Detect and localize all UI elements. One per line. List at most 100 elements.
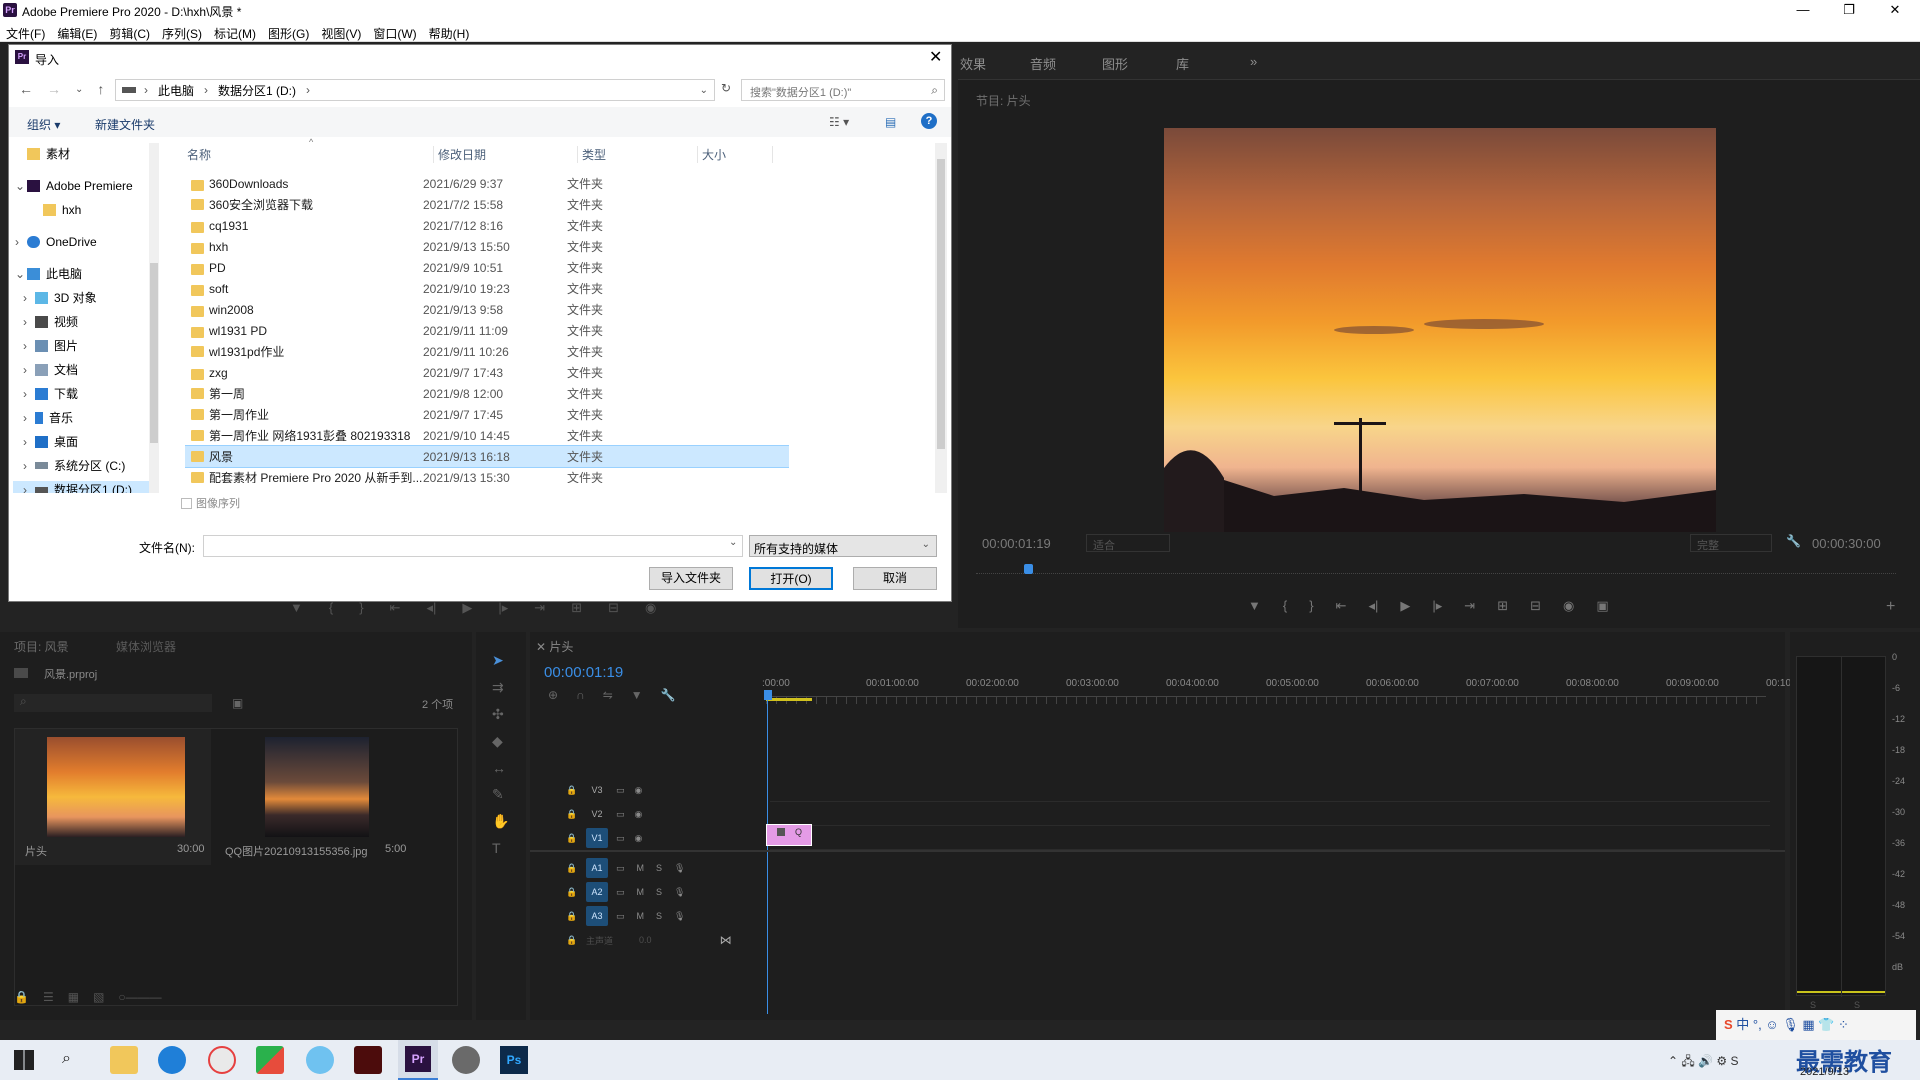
menu-graphics[interactable]: 图形(G) (268, 22, 317, 41)
menu-help[interactable]: 帮助(H) (429, 22, 478, 41)
address-bar[interactable]: › 此电脑 › 数据分区1 (D:) › ⌄ (115, 79, 715, 101)
track-a1-label[interactable]: A1 (586, 858, 608, 878)
file-row[interactable]: wl1931 PD 2021/9/11 11:09 文件夹 (185, 320, 789, 341)
tab-project[interactable]: 项目: 风景 (14, 638, 69, 655)
lock-icon[interactable]: 🔒 (14, 990, 29, 1004)
menu-file[interactable]: 文件(F) (6, 22, 53, 41)
hand-tool-icon[interactable]: ✋ (492, 813, 509, 830)
view-options-icon[interactable]: ☷ ▾ (829, 115, 849, 129)
track-v3[interactable]: 🔒 V3 ▭ ◉ (530, 778, 770, 802)
project-item-qq-image[interactable]: QQ图片20210913155356.jpg 5:00 (215, 729, 415, 865)
menu-edit[interactable]: 编辑(E) (57, 22, 105, 41)
mark-in-icon[interactable]: { (329, 600, 333, 616)
selection-tool-icon[interactable]: ➤ (492, 652, 509, 669)
solo-right-button[interactable]: S (1854, 1000, 1860, 1010)
nav-item-drive-c[interactable]: › 系统分区 (C:) (23, 457, 125, 474)
linked-selection-icon[interactable]: ⇋ (603, 688, 613, 702)
nav-item-hxh[interactable]: hxh (43, 201, 81, 218)
program-ruler[interactable] (976, 564, 1896, 574)
nav-item-sucai[interactable]: 素材 (27, 145, 70, 162)
file-row[interactable]: zxg 2021/9/7 17:43 文件夹 (185, 362, 789, 383)
ie-browser-icon[interactable] (306, 1046, 334, 1074)
menu-sequence[interactable]: 序列(S) (162, 22, 210, 41)
track-select-icon[interactable]: ⇉ (492, 679, 509, 696)
track-a3[interactable]: 🔒 A3 ▭ M S 🎙 (530, 904, 770, 928)
compare-icon[interactable]: ▣ (1596, 598, 1608, 614)
nav-item-documents[interactable]: › 文档 (23, 361, 78, 378)
mark-out-icon[interactable]: } (1309, 598, 1313, 614)
menu-window[interactable]: 窗口(W) (373, 22, 424, 41)
go-to-out-icon[interactable]: ⇥ (534, 600, 545, 616)
file-row[interactable]: 第一周作业 2021/9/7 17:45 文件夹 (185, 404, 789, 425)
file-row[interactable]: cq1931 2021/7/12 8:16 文件夹 (185, 215, 789, 236)
freeform-view-icon[interactable]: ▧ (93, 990, 104, 1004)
file-row[interactable]: wl1931pd作业 2021/9/11 10:26 文件夹 (185, 341, 789, 362)
premiere-taskbar-button[interactable]: Pr (398, 1040, 438, 1080)
column-type[interactable]: 类型 (577, 145, 697, 163)
slip-tool-icon[interactable]: ↔ (492, 760, 509, 776)
menu-clip[interactable]: 剪辑(C) (109, 22, 158, 41)
track-a2-label[interactable]: A2 (586, 882, 608, 902)
timeline-timecode[interactable]: 00:00:01:19 (544, 664, 623, 681)
forward-arrow-icon[interactable]: → (47, 81, 61, 97)
nav-item-this-pc[interactable]: ⌄ 此电脑 (15, 265, 82, 282)
timeline-settings-icon[interactable]: 🔧 (661, 688, 676, 702)
file-row[interactable]: 风景 2021/9/13 16:18 文件夹 (185, 445, 789, 468)
preview-pane-icon[interactable]: ▤ (885, 115, 896, 129)
nav-scrollbar[interactable] (149, 143, 159, 493)
file-list-scrollbar[interactable] (935, 143, 947, 493)
list-view-icon[interactable]: ☰ (43, 990, 54, 1004)
v1-track-area[interactable] (770, 826, 1770, 850)
tab-media-browser[interactable]: 媒体浏览器 (116, 638, 176, 655)
app-tiles-icon[interactable] (256, 1046, 284, 1074)
address-dropdown-icon[interactable]: ⌄ (700, 85, 708, 96)
more-tabs-icon[interactable]: » (1250, 54, 1257, 69)
file-row[interactable]: 第一周 2021/9/8 12:00 文件夹 (185, 383, 789, 404)
track-a1[interactable]: 🔒 A1 ▭ M S 🎙 (530, 856, 770, 880)
tab-audio[interactable]: 音频 (1030, 54, 1056, 73)
marker-icon[interactable]: ▼ (1248, 598, 1261, 614)
open-button[interactable]: 打开(O) (749, 567, 833, 590)
photoshop-icon[interactable]: Ps (500, 1046, 528, 1074)
mark-in-icon[interactable]: { (1283, 598, 1287, 614)
zoom-slider[interactable]: ○——— (118, 990, 161, 1004)
snipping-tool-icon[interactable] (208, 1046, 236, 1074)
wrench-icon[interactable]: 🔧 (1786, 534, 1801, 548)
column-name[interactable]: 名称 (181, 146, 433, 163)
go-to-in-icon[interactable]: ⇤ (1336, 598, 1347, 614)
refresh-icon[interactable]: ↻ (721, 81, 731, 95)
file-type-filter[interactable]: 所有支持的媒体 ⌄ (749, 535, 937, 557)
nav-item-drive-d[interactable]: › 数据分区1 (D:) (13, 481, 153, 493)
image-sequence-option[interactable]: 图像序列 (181, 495, 240, 511)
windows-start-icon[interactable] (14, 1050, 34, 1070)
file-row[interactable]: 360安全浏览器下载 2021/7/2 15:58 文件夹 (185, 194, 789, 215)
track-v1-label[interactable]: V1 (586, 828, 608, 848)
step-back-icon[interactable]: ◂| (426, 600, 436, 616)
file-row[interactable]: 第一周作业 网络1931彭叠 802193318 2021/9/10 14:45 文… (185, 425, 789, 446)
project-search-input[interactable]: ⌕ (14, 694, 212, 712)
ime-mode[interactable]: 中 (1736, 1017, 1749, 1032)
timeline-playhead-handle[interactable] (764, 690, 772, 700)
edge-icon[interactable] (158, 1046, 186, 1074)
user-avatar-icon[interactable] (452, 1046, 480, 1074)
file-explorer-icon[interactable] (110, 1046, 138, 1074)
back-arrow-icon[interactable]: ← (19, 81, 33, 97)
track-divider[interactable] (530, 850, 1785, 852)
work-area-bar[interactable] (766, 698, 812, 701)
track-master[interactable]: 🔒 主声道 0.0 ⋈ (530, 928, 770, 952)
file-row[interactable]: hxh 2021/9/13 15:50 文件夹 (185, 236, 789, 257)
column-size[interactable]: 大小 (697, 145, 773, 163)
nav-item-music[interactable]: › 音乐 (23, 409, 73, 426)
file-row[interactable]: win2008 2021/9/13 9:58 文件夹 (185, 299, 789, 320)
icon-view-icon[interactable]: ▦ (68, 990, 79, 1004)
help-icon[interactable]: ? (921, 113, 937, 129)
lift-icon[interactable]: ⊞ (1497, 598, 1508, 614)
track-a3-label[interactable]: A3 (586, 906, 608, 926)
add-button-icon[interactable]: + (1886, 598, 1895, 616)
close-window-button[interactable]: ✕ (1872, 0, 1918, 22)
play-icon[interactable]: ▶ (462, 600, 472, 616)
master-collapse-icon[interactable]: ⋈ (720, 933, 732, 947)
snap-icon[interactable]: ∩ (576, 688, 585, 702)
import-folder-button[interactable]: 导入文件夹 (649, 567, 733, 590)
marker-icon[interactable]: ▼ (290, 600, 303, 616)
